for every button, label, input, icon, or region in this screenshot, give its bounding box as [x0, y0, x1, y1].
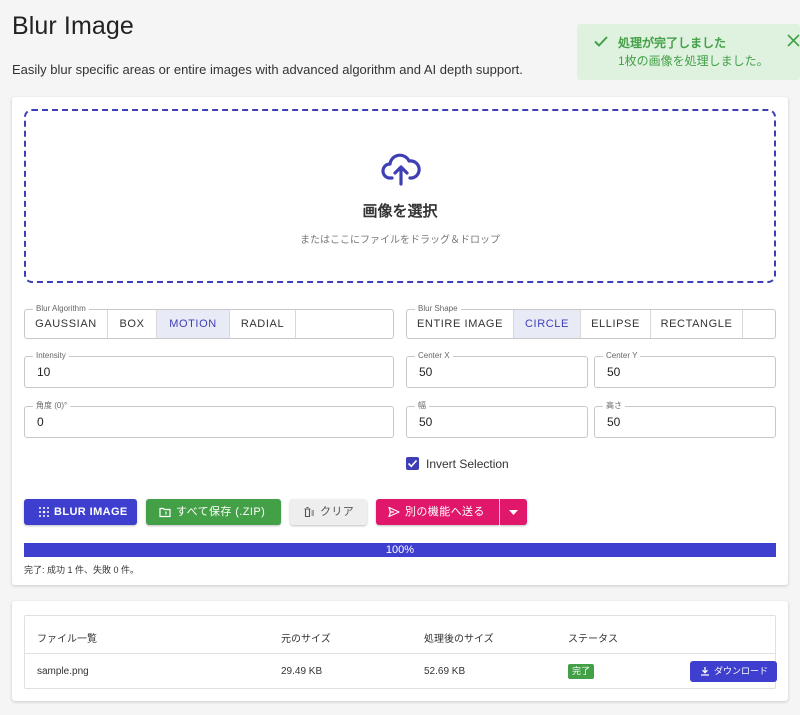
progress-label: 100%	[385, 544, 415, 556]
processed-size: 52.69 KB	[424, 666, 466, 677]
caret-down-icon	[509, 510, 518, 515]
download-icon	[701, 667, 709, 676]
header-status: ステータス	[568, 634, 618, 645]
file-table: ファイル一覧 元のサイズ 処理後のサイズ ステータス sample.png 29…	[24, 615, 777, 689]
invert-selection-label[interactable]: Invert Selection	[426, 457, 509, 471]
send-to-feature-button[interactable]: 別の機能へ送る	[376, 499, 499, 525]
toast-message: 1枚の画像を処理しました。	[618, 54, 769, 68]
shape-circle-button[interactable]: CIRCLE	[514, 310, 581, 338]
center-x-value[interactable]: 50	[419, 365, 432, 379]
header-processed-size: 処理後のサイズ	[424, 634, 494, 645]
algo-gaussian-button[interactable]: GAUSSIAN	[25, 310, 108, 338]
send-icon	[388, 506, 400, 518]
clear-label: クリア	[320, 506, 355, 518]
clear-button[interactable]: クリア	[290, 499, 367, 525]
center-x-field[interactable]: Center X 50	[406, 350, 588, 388]
status-badge: 完了	[568, 664, 595, 679]
image-dropzone[interactable]: 画像を選択 またはここにファイルをドラッグ＆ドロップ	[24, 109, 776, 283]
page-title: Blur Image	[12, 12, 134, 40]
intensity-label: Intensity	[33, 350, 69, 362]
angle-field[interactable]: 角度 (0)° 0	[24, 400, 394, 438]
save-all-zip-label: すべて保存 (.ZIP)	[176, 506, 266, 518]
blur-algorithm-group: Blur Algorithm GAUSSIAN BOX MOTION RADIA…	[24, 303, 394, 339]
send-to-feature-label: 別の機能へ送る	[405, 506, 485, 518]
angle-label: 角度 (0)°	[33, 400, 71, 412]
header-divider	[25, 653, 775, 654]
header-original-size: 元のサイズ	[281, 634, 331, 645]
toast-title: 処理が完了しました	[618, 36, 727, 50]
center-x-label: Center X	[415, 350, 453, 362]
width-label: 幅	[415, 400, 429, 412]
progress-status: 完了: 成功 1 件、失敗 0 件。	[24, 565, 140, 575]
angle-value[interactable]: 0	[37, 415, 44, 429]
blur-settings-card: 画像を選択 またはここにファイルをドラッグ＆ドロップ Blur Algorith…	[12, 97, 788, 585]
invert-selection-checkbox[interactable]	[406, 457, 419, 470]
algo-motion-button[interactable]: MOTION	[157, 310, 230, 338]
page-subtitle: Easily blur specific areas or entire ima…	[12, 62, 523, 77]
cloud-upload-icon	[381, 153, 421, 186]
height-value[interactable]: 50	[607, 415, 620, 429]
intensity-field[interactable]: Intensity 10	[24, 350, 394, 388]
blur-shape-group: Blur Shape ENTIRE IMAGE CIRCLE ELLIPSE R…	[406, 303, 776, 339]
center-y-value[interactable]: 50	[607, 365, 620, 379]
close-icon[interactable]	[787, 34, 800, 47]
blur-image-button[interactable]: BLUR IMAGE	[24, 499, 137, 525]
dropzone-title: 画像を選択	[362, 203, 438, 220]
center-y-field[interactable]: Center Y 50	[594, 350, 776, 388]
checkmark-icon	[407, 459, 418, 468]
blur-image-label: BLUR IMAGE	[54, 506, 128, 518]
download-button[interactable]: ダウンロード	[690, 661, 777, 682]
file-name: sample.png	[37, 666, 89, 677]
progress-bar: 100%	[24, 543, 776, 557]
shape-rectangle-button[interactable]: RECTANGLE	[651, 310, 743, 338]
original-size: 29.49 KB	[281, 666, 323, 677]
download-label: ダウンロード	[714, 666, 769, 676]
center-y-label: Center Y	[603, 350, 641, 362]
folder-zip-icon	[159, 507, 171, 518]
height-label: 高さ	[603, 400, 625, 412]
success-toast: 処理が完了しました 1枚の画像を処理しました。	[577, 24, 800, 80]
delete-list-icon	[304, 506, 314, 518]
algo-radial-button[interactable]: RADIAL	[230, 310, 296, 338]
width-value[interactable]: 50	[419, 415, 432, 429]
dropzone-hint: またはここにファイルをドラッグ＆ドロップ	[300, 235, 500, 246]
save-all-zip-button[interactable]: すべて保存 (.ZIP)	[146, 499, 281, 525]
shape-entire-image-button[interactable]: ENTIRE IMAGE	[407, 310, 514, 338]
header-file-list: ファイル一覧	[37, 634, 97, 645]
algo-box-button[interactable]: BOX	[108, 310, 157, 338]
intensity-value[interactable]: 10	[37, 365, 50, 379]
check-icon	[594, 36, 608, 47]
height-field[interactable]: 高さ 50	[594, 400, 776, 438]
send-options-dropdown-button[interactable]	[500, 499, 527, 525]
width-field[interactable]: 幅 50	[406, 400, 588, 438]
blur-grid-icon	[39, 507, 49, 517]
file-list-card: ファイル一覧 元のサイズ 処理後のサイズ ステータス sample.png 29…	[12, 601, 788, 701]
shape-ellipse-button[interactable]: ELLIPSE	[581, 310, 651, 338]
